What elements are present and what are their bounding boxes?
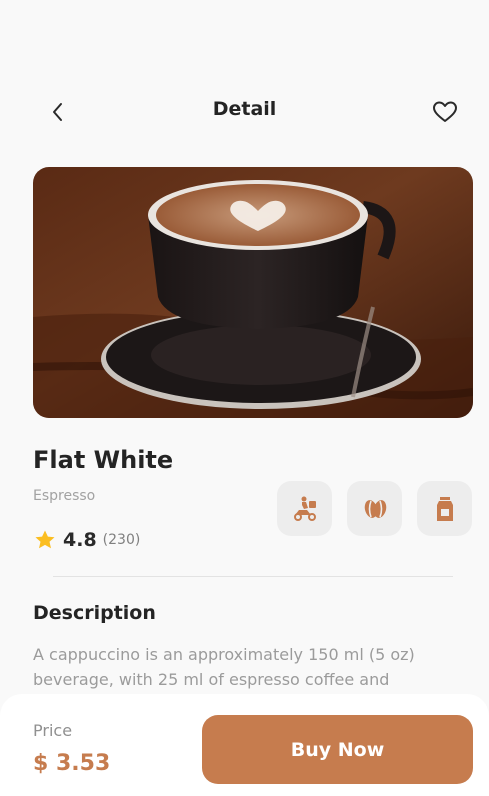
description-text: A cappuccino is an approximately 150 ml … — [33, 645, 415, 689]
detail-screen: Detail Flat White Espresso 4.8 (230) Des… — [0, 0, 489, 796]
price-label: Price — [33, 721, 73, 740]
feature-bean — [347, 481, 402, 536]
feature-milk — [417, 481, 472, 536]
coffee-cup-illustration — [33, 167, 473, 418]
milk-carton-icon — [436, 496, 453, 521]
coffee-bean-icon — [364, 499, 386, 518]
favorite-button[interactable] — [427, 94, 463, 130]
rating-value: 4.8 — [63, 529, 97, 551]
star-icon — [35, 530, 55, 549]
product-name: Flat White — [33, 446, 174, 474]
rating: 4.8 (230) — [33, 528, 140, 552]
price-value: $ 3.53 — [33, 751, 111, 776]
product-category: Espresso — [33, 488, 96, 504]
buy-now-button[interactable]: Buy Now — [202, 715, 473, 784]
feature-icons — [277, 481, 472, 536]
feature-delivery — [277, 481, 332, 536]
page-title: Detail — [212, 98, 277, 120]
header: Detail — [0, 88, 489, 136]
rating-count: (230) — [102, 532, 141, 548]
heart-outline-icon — [433, 101, 457, 122]
divider — [53, 576, 453, 577]
delivery-scooter-icon — [293, 496, 316, 521]
product-image — [33, 167, 473, 418]
bottom-bar: Price $ 3.53 Buy Now — [0, 694, 489, 796]
description-title: Description — [33, 602, 156, 624]
